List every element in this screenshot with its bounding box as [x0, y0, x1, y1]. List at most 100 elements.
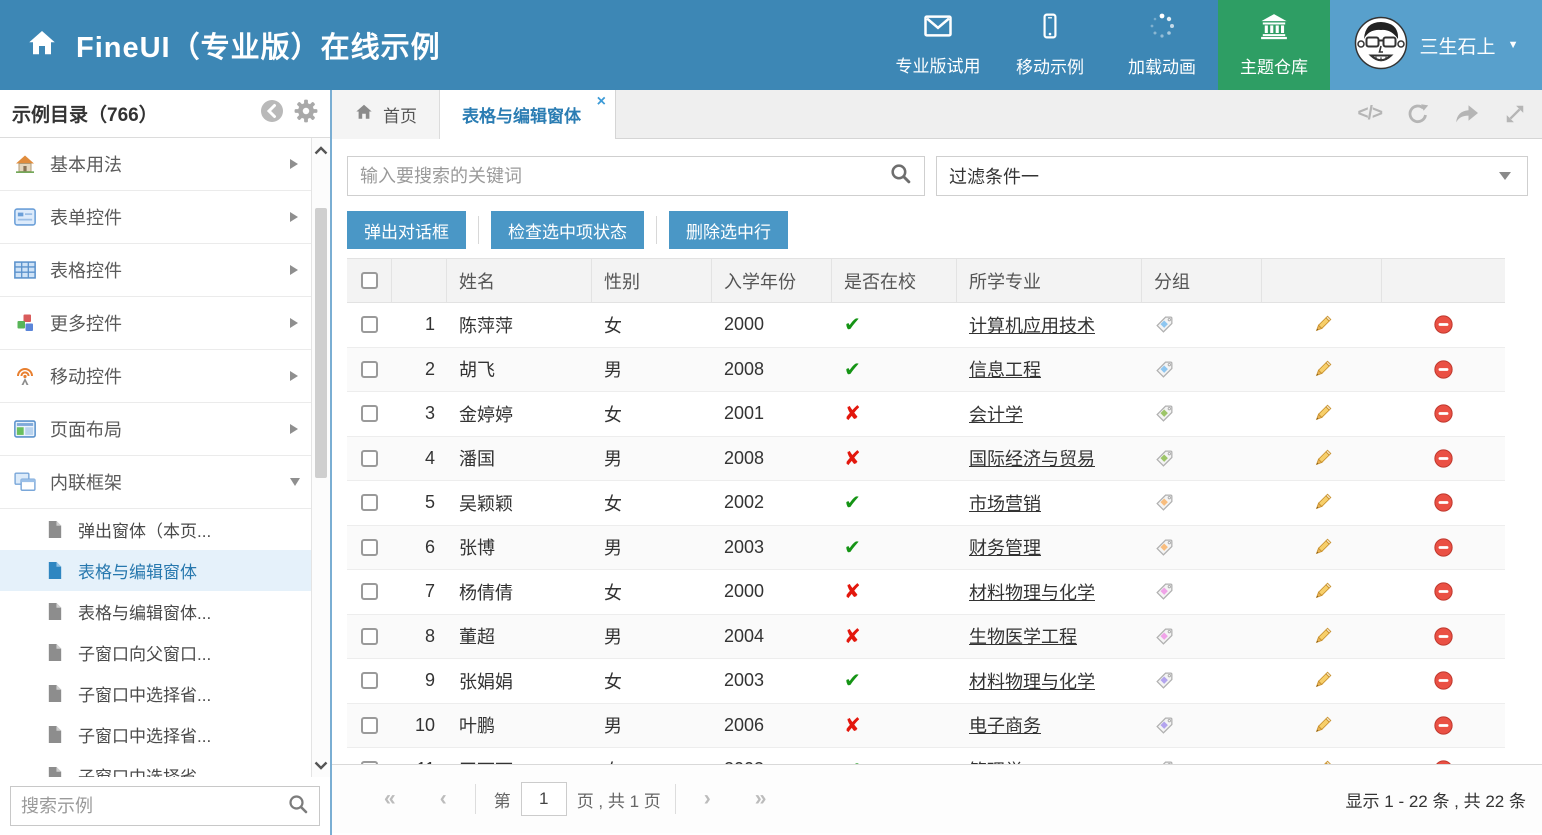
delete-icon[interactable] — [1433, 492, 1454, 513]
major-link[interactable]: 管理学 — [969, 757, 1023, 764]
row-checkbox[interactable] — [361, 672, 378, 689]
check-selected-button[interactable]: 检查选中项状态 — [491, 211, 644, 249]
row-checkbox[interactable] — [361, 583, 378, 600]
col-group[interactable]: 分组 — [1142, 259, 1262, 302]
table-row[interactable]: 1 陈萍萍 女 2000 ✔ 计算机应用技术 — [347, 303, 1505, 348]
table-row[interactable]: 7 杨倩倩 女 2000 ✘ 材料物理与化学 — [347, 570, 1505, 615]
delete-icon[interactable] — [1433, 359, 1454, 380]
sidebar-item-basic[interactable]: 基本用法 — [0, 138, 330, 191]
edit-icon[interactable] — [1312, 759, 1333, 764]
close-icon[interactable]: × — [597, 93, 606, 111]
tag-icon[interactable] — [1154, 715, 1175, 736]
major-link[interactable]: 财务管理 — [969, 534, 1041, 560]
table-row[interactable]: 6 张博 男 2003 ✔ 财务管理 — [347, 526, 1505, 571]
row-checkbox[interactable] — [361, 628, 378, 645]
tab-home[interactable]: 首页 — [332, 90, 440, 139]
source-code-icon[interactable]: </> — [1358, 103, 1382, 125]
sidebar-subitem[interactable]: 子窗口中选择省... — [0, 673, 330, 714]
col-name[interactable]: 姓名 — [447, 259, 592, 302]
major-link[interactable]: 计算机应用技术 — [969, 312, 1095, 338]
row-checkbox[interactable] — [361, 361, 378, 378]
edit-icon[interactable] — [1312, 537, 1333, 558]
tag-icon[interactable] — [1154, 670, 1175, 691]
search-icon[interactable] — [889, 162, 912, 190]
sidebar-subitem[interactable]: 子窗口向父窗口... — [0, 632, 330, 673]
first-page-icon[interactable]: « — [362, 787, 418, 811]
sidebar-scrollbar[interactable] — [311, 138, 330, 777]
delete-icon[interactable] — [1433, 759, 1454, 764]
keyword-search-input[interactable] — [360, 166, 889, 187]
sidebar-item-mobile[interactable]: 移动控件 — [0, 350, 330, 403]
tag-icon[interactable] — [1154, 492, 1175, 513]
table-row[interactable]: 8 董超 男 2004 ✘ 生物医学工程 — [347, 615, 1505, 660]
tag-icon[interactable] — [1154, 537, 1175, 558]
col-gender[interactable]: 性别 — [592, 259, 712, 302]
col-enrolled[interactable]: 是否在校 — [832, 259, 957, 302]
sidebar-item-form[interactable]: 表单控件 — [0, 191, 330, 244]
delete-icon[interactable] — [1433, 403, 1454, 424]
action-loading[interactable]: 加载动画 — [1106, 0, 1218, 90]
edit-icon[interactable] — [1312, 448, 1333, 469]
delete-icon[interactable] — [1433, 670, 1454, 691]
major-link[interactable]: 电子商务 — [969, 712, 1041, 738]
row-checkbox[interactable] — [361, 494, 378, 511]
sidebar-item-iframe[interactable]: 内联框架 — [0, 456, 330, 509]
action-trial[interactable]: 专业版试用 — [882, 0, 994, 90]
refresh-icon[interactable] — [1406, 102, 1430, 126]
sidebar-subitem[interactable]: 子窗口中选择省 — [0, 755, 330, 777]
table-row[interactable]: 9 张娟娟 女 2003 ✔ 材料物理与化学 — [347, 659, 1505, 704]
delete-icon[interactable] — [1433, 448, 1454, 469]
edit-icon[interactable] — [1312, 359, 1333, 380]
table-row[interactable]: 4 潘国 男 2008 ✘ 国际经济与贸易 — [347, 437, 1505, 482]
tag-icon[interactable] — [1154, 314, 1175, 335]
edit-icon[interactable] — [1312, 670, 1333, 691]
row-checkbox[interactable] — [361, 450, 378, 467]
col-major[interactable]: 所学专业 — [957, 259, 1142, 302]
action-mobile-demo[interactable]: 移动示例 — [994, 0, 1106, 90]
sidebar-subitem-selected[interactable]: 表格与编辑窗体 — [0, 550, 330, 591]
col-year[interactable]: 入学年份 — [712, 259, 832, 302]
collapse-back-icon[interactable] — [260, 99, 284, 128]
major-link[interactable]: 材料物理与化学 — [969, 579, 1095, 605]
last-page-icon[interactable]: » — [733, 787, 789, 811]
search-examples-input[interactable] — [21, 796, 287, 817]
edit-icon[interactable] — [1312, 626, 1333, 647]
table-row[interactable]: 10 叶鹏 男 2006 ✘ 电子商务 — [347, 704, 1505, 749]
row-checkbox[interactable] — [361, 539, 378, 556]
edit-icon[interactable] — [1312, 715, 1333, 736]
scroll-down-icon[interactable] — [312, 755, 330, 775]
sidebar-item-layout[interactable]: 页面布局 — [0, 403, 330, 456]
row-checkbox[interactable] — [361, 761, 378, 764]
delete-icon[interactable] — [1433, 626, 1454, 647]
tag-icon[interactable] — [1154, 759, 1175, 764]
table-row[interactable]: 3 金婷婷 女 2001 ✘ 会计学 — [347, 392, 1505, 437]
table-row[interactable]: 11 王丽丽 女 2003 ✔ 管理学 — [347, 748, 1505, 764]
major-link[interactable]: 会计学 — [969, 401, 1023, 427]
user-menu[interactable]: 三生石上 ▼ — [1330, 0, 1542, 90]
delete-selected-button[interactable]: 删除选中行 — [669, 211, 788, 249]
major-link[interactable]: 材料物理与化学 — [969, 668, 1095, 694]
sidebar-subitem[interactable]: 弹出窗体（本页... — [0, 509, 330, 550]
gear-icon[interactable] — [294, 99, 318, 128]
edit-icon[interactable] — [1312, 581, 1333, 602]
sidebar-item-more[interactable]: 更多控件 — [0, 297, 330, 350]
sidebar-item-grid[interactable]: 表格控件 — [0, 244, 330, 297]
row-checkbox[interactable] — [361, 316, 378, 333]
delete-icon[interactable] — [1433, 537, 1454, 558]
share-icon[interactable] — [1454, 103, 1480, 125]
open-dialog-button[interactable]: 弹出对话框 — [347, 211, 466, 249]
delete-icon[interactable] — [1433, 314, 1454, 335]
scrollbar-thumb[interactable] — [315, 208, 327, 478]
tag-icon[interactable] — [1154, 581, 1175, 602]
delete-icon[interactable] — [1433, 581, 1454, 602]
row-checkbox[interactable] — [361, 405, 378, 422]
expand-icon[interactable] — [1504, 103, 1526, 125]
major-link[interactable]: 国际经济与贸易 — [969, 445, 1095, 471]
major-link[interactable]: 生物医学工程 — [969, 623, 1077, 649]
action-theme-store[interactable]: 主题仓库 — [1218, 0, 1330, 90]
sidebar-subitem[interactable]: 子窗口中选择省... — [0, 714, 330, 755]
select-all-checkbox[interactable] — [361, 272, 378, 289]
prev-page-icon[interactable]: ‹ — [418, 787, 469, 811]
edit-icon[interactable] — [1312, 403, 1333, 424]
delete-icon[interactable] — [1433, 715, 1454, 736]
